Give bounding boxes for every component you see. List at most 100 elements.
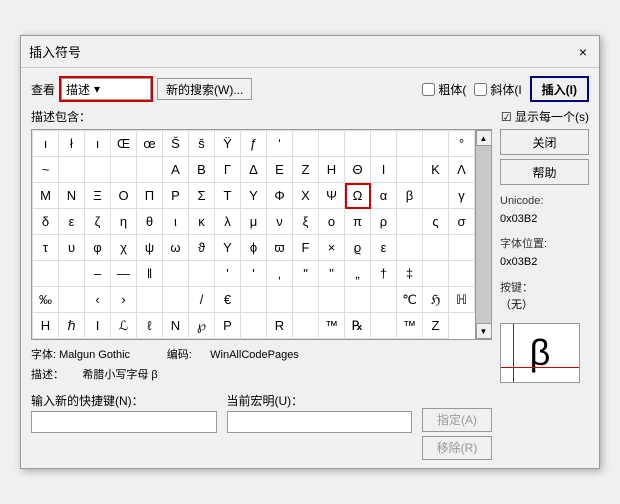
symbol-cell[interactable]: Y [241,183,267,209]
symbol-cell[interactable] [319,131,345,157]
scroll-up-button[interactable]: ▲ [476,130,492,146]
symbol-cell[interactable]: Δ [241,157,267,183]
symbol-cell[interactable]: ı [85,131,111,157]
view-dropdown[interactable]: 描述 ▾ [61,78,151,100]
symbol-cell[interactable]: ‰ [33,287,59,313]
symbol-cell[interactable]: ł [59,131,85,157]
symbol-cell[interactable] [241,287,267,313]
symbol-cell[interactable]: ‡ [397,261,423,287]
symbol-cell[interactable] [33,261,59,287]
symbol-cell[interactable]: ~ [33,157,59,183]
symbol-cell[interactable]: λ [215,209,241,235]
symbol-cell[interactable]: ℍ [449,287,475,313]
symbol-cell[interactable]: ℌ [423,287,449,313]
bold-checkbox[interactable] [422,83,435,96]
symbol-cell[interactable]: B [189,157,215,183]
symbol-cell[interactable]: K [423,157,449,183]
symbol-cell[interactable] [137,157,163,183]
symbol-cell[interactable] [423,261,449,287]
symbol-cell[interactable]: ʹ [267,131,293,157]
symbol-cell[interactable]: ψ [137,235,163,261]
symbol-cell[interactable]: ς [423,209,449,235]
symbol-cell[interactable]: ‖ [137,261,163,287]
symbol-cell[interactable]: X [293,183,319,209]
symbol-cell[interactable] [423,235,449,261]
symbol-cell[interactable] [267,287,293,313]
symbol-cell[interactable]: ν [267,209,293,235]
symbol-cell[interactable]: φ [85,235,111,261]
symbol-cell[interactable] [397,157,423,183]
symbol-cell[interactable]: ƒ [241,131,267,157]
symbol-cell[interactable] [189,261,215,287]
symbol-cell[interactable]: " [293,261,319,287]
symbol-cell[interactable]: ε [59,209,85,235]
scroll-down-button[interactable]: ▼ [476,323,492,339]
symbol-cell[interactable]: Ξ [85,183,111,209]
symbol-cell[interactable]: O [111,183,137,209]
symbol-cell[interactable]: I [371,157,397,183]
symbol-cell[interactable] [293,313,319,339]
symbol-cell[interactable]: ℒ [111,313,137,339]
symbol-cell[interactable]: Σ [189,183,215,209]
bold-checkbox-label[interactable]: 粗体( [422,81,466,98]
new-search-button[interactable]: 新的搜索(W)... [157,78,252,100]
symbol-cell[interactable]: ω [163,235,189,261]
symbol-cell[interactable]: – [85,261,111,287]
symbol-cell[interactable]: A [163,157,189,183]
symbol-cell[interactable]: Θ [345,157,371,183]
symbol-cell[interactable]: ™ [319,313,345,339]
symbol-cell[interactable]: Λ [449,157,475,183]
symbol-cell[interactable]: Ÿ [215,131,241,157]
current-shortcut-input[interactable] [227,411,413,433]
symbol-cell[interactable]: R [267,313,293,339]
symbol-cell[interactable] [137,287,163,313]
symbol-cell[interactable] [371,313,397,339]
symbol-cell[interactable] [449,261,475,287]
symbol-cell[interactable]: M [33,183,59,209]
symbol-cell[interactable]: ℃ [397,287,423,313]
symbol-cell[interactable]: › [111,287,137,313]
symbol-cell[interactable]: ℘ [189,313,215,339]
symbol-cell[interactable] [111,157,137,183]
symbol-cell[interactable]: ϱ [345,235,371,261]
symbol-cell[interactable]: δ [33,209,59,235]
symbol-cell[interactable]: υ [59,235,85,261]
symbol-cell[interactable]: α [371,183,397,209]
symbol-cell[interactable] [345,131,371,157]
symbol-cell[interactable]: E [267,157,293,183]
new-shortcut-input[interactable] [31,411,217,433]
symbol-cell[interactable]: Ω [345,183,371,209]
symbol-cell[interactable]: ι [163,209,189,235]
symbol-cell[interactable]: ξ [293,209,319,235]
symbol-cell[interactable]: ℓ [137,313,163,339]
symbol-cell[interactable] [371,287,397,313]
symbol-cell[interactable] [59,287,85,313]
remove-button[interactable]: 移除(R) [422,436,492,460]
italic-checkbox[interactable] [474,83,487,96]
symbol-cell[interactable] [397,209,423,235]
symbol-cell[interactable] [293,131,319,157]
symbol-cell[interactable]: œ [137,131,163,157]
symbol-cell[interactable]: † [371,261,397,287]
symbol-cell[interactable]: κ [189,209,215,235]
symbol-cell[interactable]: T [215,183,241,209]
symbol-cell[interactable]: ζ [85,209,111,235]
symbol-cell[interactable]: μ [241,209,267,235]
symbol-cell[interactable]: β [397,183,423,209]
help-button[interactable]: 帮助 [500,159,589,185]
symbol-cell[interactable]: „ [345,261,371,287]
symbol-cell[interactable]: Š [163,131,189,157]
symbol-cell[interactable]: τ [33,235,59,261]
symbol-cell[interactable] [345,287,371,313]
symbol-cell[interactable]: N [163,313,189,339]
symbol-cell[interactable]: η [111,209,137,235]
symbol-cell[interactable]: ε [371,235,397,261]
symbol-cell[interactable] [59,157,85,183]
symbol-cell[interactable]: ℞ [345,313,371,339]
symbol-cell[interactable]: Ψ [319,183,345,209]
symbol-cell[interactable] [397,235,423,261]
symbol-cell[interactable]: Π [137,183,163,209]
symbol-cell[interactable]: š [189,131,215,157]
symbol-cell[interactable]: γ [449,183,475,209]
symbol-cell[interactable]: ϕ [241,235,267,261]
